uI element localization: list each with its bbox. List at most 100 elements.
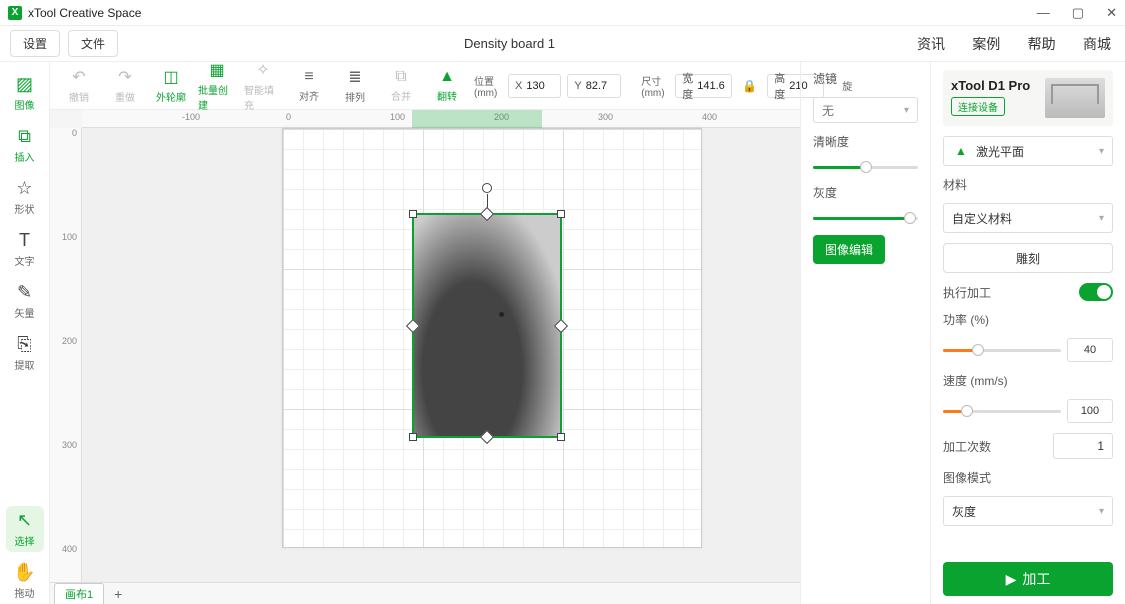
combine-button[interactable]: ⧉合并 bbox=[382, 68, 420, 103]
align-button[interactable]: ≡对齐 bbox=[290, 68, 328, 103]
connect-device-button[interactable]: 连接设备 bbox=[951, 97, 1005, 116]
canvas-area[interactable] bbox=[82, 128, 800, 582]
image-icon: ▨ bbox=[16, 74, 33, 95]
cursor-icon: ↖ bbox=[17, 510, 32, 531]
edit-image-button[interactable]: 图像编辑 bbox=[813, 235, 885, 264]
settings-button[interactable]: 设置 bbox=[10, 30, 60, 57]
position-y-input[interactable]: Y82.7 bbox=[567, 74, 620, 98]
menu-zixun[interactable]: 资讯 bbox=[917, 36, 945, 52]
redo-button[interactable]: ↷重做 bbox=[106, 67, 144, 104]
batch-create-button[interactable]: ▦批量创建 bbox=[198, 60, 236, 112]
material-select[interactable]: 自定义材料▾ bbox=[943, 203, 1113, 233]
resize-handle-br[interactable] bbox=[557, 433, 565, 441]
vertical-ruler: 0 100 200 300 400 bbox=[50, 128, 82, 604]
top-toolbar: ↶撤销 ↷重做 ◫外轮廓 ▦批量创建 ✧智能填充 ≡对齐 ≣排列 ⧉合并 ▲翻转… bbox=[50, 62, 800, 110]
window-minimize-icon[interactable]: — bbox=[1037, 5, 1050, 21]
menu-bar: 设置 文件 Density board 1 资讯 案例 帮助 商城 bbox=[0, 26, 1125, 62]
speed-value-input[interactable]: 100 bbox=[1067, 399, 1113, 423]
add-canvas-button[interactable]: + bbox=[108, 586, 128, 602]
title-bar: X xTool Creative Space — ▢ ✕ bbox=[0, 0, 1125, 26]
play-icon: ▶ bbox=[1006, 571, 1017, 588]
window-maximize-icon[interactable]: ▢ bbox=[1072, 5, 1084, 21]
chevron-down-icon: ▾ bbox=[1099, 213, 1104, 224]
position-x-input[interactable]: X130 bbox=[508, 74, 561, 98]
file-button[interactable]: 文件 bbox=[68, 30, 118, 57]
tool-text[interactable]: T文字 bbox=[6, 226, 44, 272]
filter-select[interactable]: 无▾ bbox=[813, 97, 918, 123]
insert-icon: ⧉ bbox=[18, 126, 31, 147]
horizontal-ruler: -100 0 100 200 300 400 bbox=[82, 110, 800, 128]
device-name: xTool D1 Pro bbox=[951, 78, 1030, 93]
width-input[interactable]: 宽度141.6 bbox=[675, 74, 732, 98]
extract-icon: ⎘ bbox=[17, 334, 31, 355]
chevron-down-icon: ▾ bbox=[904, 105, 909, 116]
canvas-tab-1[interactable]: 画布1 bbox=[54, 583, 104, 604]
process-button[interactable]: ▶ 加工 bbox=[943, 562, 1113, 596]
flip-button[interactable]: ▲翻转 bbox=[428, 68, 466, 103]
chevron-down-icon: ▾ bbox=[1099, 146, 1104, 157]
redo-icon: ↷ bbox=[118, 67, 131, 87]
gray-label: 灰度 bbox=[813, 184, 918, 201]
tool-extract[interactable]: ⎘提取 bbox=[6, 330, 44, 376]
exec-toggle[interactable] bbox=[1079, 283, 1113, 301]
chevron-down-icon: ▾ bbox=[1099, 506, 1104, 517]
power-label: 功率 (%) bbox=[943, 311, 1113, 328]
rotate-handle[interactable] bbox=[482, 183, 492, 193]
power-value-input[interactable]: 40 bbox=[1067, 338, 1113, 362]
tool-shape[interactable]: ☆形状 bbox=[6, 174, 44, 220]
image-mode-select[interactable]: 灰度▾ bbox=[943, 496, 1113, 526]
outline-button[interactable]: ◫外轮廓 bbox=[152, 67, 190, 104]
size-label: 尺寸 (mm) bbox=[641, 73, 669, 99]
hand-icon: ✋ bbox=[13, 562, 35, 583]
tool-pan[interactable]: ✋拖动 bbox=[6, 558, 44, 604]
speed-label: 速度 (mm/s) bbox=[943, 372, 1113, 389]
laser-plane-select[interactable]: ▲激光平面 ▾ bbox=[943, 136, 1113, 166]
tool-vector[interactable]: ✎矢量 bbox=[6, 278, 44, 324]
image-properties-panel: 滤镜 无▾ 清晰度 灰度 图像编辑 bbox=[800, 62, 930, 604]
exec-label: 执行加工 bbox=[943, 284, 991, 301]
engrave-mode-button[interactable]: 雕刻 bbox=[943, 243, 1113, 273]
resize-handle-bl[interactable] bbox=[409, 433, 417, 441]
image-content bbox=[414, 215, 560, 436]
outline-icon: ◫ bbox=[163, 67, 178, 87]
resize-handle-tr[interactable] bbox=[557, 210, 565, 218]
app-logo-icon: X bbox=[8, 6, 22, 20]
laser-plane-icon: ▲ bbox=[952, 142, 970, 160]
window-close-icon[interactable]: ✕ bbox=[1106, 5, 1117, 21]
resize-handle-tl[interactable] bbox=[409, 210, 417, 218]
device-card[interactable]: xTool D1 Pro 连接设备 bbox=[943, 70, 1113, 126]
ruler-selection-highlight bbox=[412, 110, 542, 128]
undo-icon: ↶ bbox=[72, 67, 85, 87]
smart-fill-button[interactable]: ✧智能填充 bbox=[244, 60, 282, 112]
power-slider[interactable] bbox=[943, 343, 1061, 357]
speed-slider[interactable] bbox=[943, 404, 1061, 418]
sharpness-label: 清晰度 bbox=[813, 133, 918, 150]
sharpness-slider[interactable] bbox=[813, 160, 918, 174]
gray-slider[interactable] bbox=[813, 211, 918, 225]
menu-shangcheng[interactable]: 商城 bbox=[1083, 36, 1111, 52]
image-mode-label: 图像模式 bbox=[943, 469, 1113, 486]
tool-insert[interactable]: ⧉插入 bbox=[6, 122, 44, 168]
align-icon: ≡ bbox=[304, 68, 313, 86]
arrange-button[interactable]: ≣排列 bbox=[336, 67, 374, 104]
lock-aspect-icon[interactable]: 🔒 bbox=[738, 79, 761, 93]
menu-anli[interactable]: 案例 bbox=[972, 36, 1000, 52]
left-toolbar: ▨图像 ⧉插入 ☆形状 T文字 ✎矢量 ⎘提取 ↖选择 ✋拖动 bbox=[0, 62, 50, 604]
text-icon: T bbox=[19, 230, 30, 251]
undo-button[interactable]: ↶撤销 bbox=[60, 67, 98, 104]
flip-icon: ▲ bbox=[439, 68, 455, 86]
filter-label: 滤镜 bbox=[813, 70, 918, 87]
tool-select[interactable]: ↖选择 bbox=[6, 506, 44, 552]
menu-bangzhu[interactable]: 帮助 bbox=[1028, 36, 1056, 52]
top-right-menu: 资讯 案例 帮助 商城 bbox=[893, 34, 1111, 54]
document-name: Density board 1 bbox=[126, 36, 893, 51]
pass-label: 加工次数 bbox=[943, 438, 991, 455]
selected-image[interactable] bbox=[412, 213, 562, 438]
grid-icon: ▦ bbox=[209, 60, 224, 80]
processing-panel: xTool D1 Pro 连接设备 ▲激光平面 ▾ 材料 自定义材料▾ 雕刻 执… bbox=[930, 62, 1125, 604]
arrange-icon: ≣ bbox=[348, 67, 361, 87]
pass-count-input[interactable]: 1 bbox=[1053, 433, 1113, 459]
canvas-tabs: 画布1 + bbox=[50, 582, 800, 604]
magic-icon: ✧ bbox=[256, 60, 269, 80]
tool-image[interactable]: ▨图像 bbox=[6, 70, 44, 116]
